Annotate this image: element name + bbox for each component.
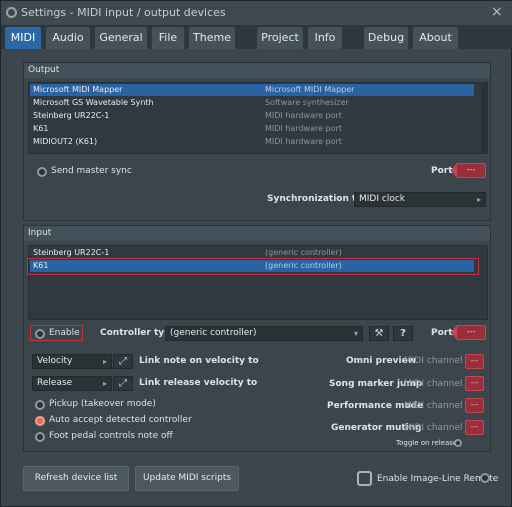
device-type: Software synthesizer — [265, 98, 349, 107]
output-port-label: Port — [431, 166, 453, 176]
image-line-remote-radio[interactable] — [480, 473, 490, 483]
tab-info[interactable]: Info — [308, 27, 342, 49]
output-panel: Output Microsoft MIDI Mapper Microsoft M… — [23, 62, 491, 221]
tab-file[interactable]: File — [152, 27, 184, 49]
wrench-icon[interactable]: ⚒ — [369, 326, 389, 341]
image-line-remote-icon — [357, 471, 372, 486]
device-name: Steinberg UR22C-1 — [33, 111, 110, 120]
output-device-list[interactable]: Microsoft MIDI Mapper Microsoft MIDI Map… — [28, 82, 488, 154]
input-panel-header: Input — [24, 226, 490, 241]
controller-type-dropdown[interactable]: (generic controller) ▾ — [165, 326, 363, 341]
midi-channel-label: MIDI channel — [404, 423, 463, 433]
pickup-radio[interactable] — [35, 400, 45, 410]
output-device-row[interactable]: Microsoft GS Wavetable Synth Software sy… — [30, 97, 474, 109]
output-panel-header: Output — [24, 63, 490, 78]
input-panel-title: Input — [28, 228, 52, 238]
output-device-row[interactable]: K61 MIDI hardware port — [30, 123, 474, 135]
velocity-value: Velocity — [37, 356, 73, 366]
output-device-row[interactable]: Microsoft MIDI Mapper Microsoft MIDI Map… — [30, 84, 474, 96]
song-marker-channel-button[interactable]: --- — [465, 376, 484, 391]
selected-device-highlight — [27, 258, 479, 275]
update-midi-scripts-button[interactable]: Update MIDI scripts — [135, 466, 239, 491]
performance-mode-channel-button[interactable]: --- — [465, 398, 484, 413]
refresh-device-list-button[interactable]: Refresh device list — [23, 466, 129, 491]
omni-preview-channel-button[interactable]: --- — [465, 354, 484, 369]
device-name: Microsoft MIDI Mapper — [33, 85, 123, 94]
output-port-button[interactable]: --- — [456, 163, 486, 178]
input-panel: Input Steinberg UR22C-1 (generic control… — [23, 225, 491, 452]
release-value: Release — [37, 378, 73, 388]
tab-debug[interactable]: Debug — [364, 27, 408, 49]
auto-accept-label: Auto accept detected controller — [49, 415, 192, 425]
output-device-row[interactable]: MIDIOUT2 (K61) MIDI hardware port — [30, 136, 474, 148]
sync-type-dropdown[interactable]: MIDI clock ▸ — [354, 192, 486, 207]
close-icon[interactable]: × — [491, 4, 503, 20]
enable-radio[interactable] — [35, 329, 45, 339]
settings-window: Settings - MIDI input / output devices ×… — [0, 0, 512, 507]
device-type: MIDI hardware port — [265, 124, 342, 133]
tab-about[interactable]: About — [413, 27, 458, 49]
send-master-sync-radio[interactable] — [37, 167, 47, 177]
link-icon[interactable]: ⤢ — [113, 376, 133, 391]
device-name: MIDIOUT2 (K61) — [33, 137, 98, 146]
chevron-down-icon: ▾ — [353, 329, 358, 338]
input-port-label: Port — [431, 328, 453, 338]
tab-general[interactable]: General — [95, 27, 147, 49]
toggle-on-release-label: Toggle on release — [396, 439, 458, 447]
device-name: K61 — [33, 124, 49, 133]
velocity-dropdown[interactable]: Velocity ▸ — [32, 354, 112, 369]
input-port-button[interactable]: --- — [456, 325, 486, 340]
output-panel-title: Output — [28, 65, 60, 75]
tab-theme[interactable]: Theme — [189, 27, 235, 49]
title-bar: Settings - MIDI input / output devices × — [1, 1, 512, 25]
input-device-list[interactable]: Steinberg UR22C-1 (generic controller) K… — [28, 245, 488, 320]
foot-pedal-label: Foot pedal controls note off — [49, 431, 173, 441]
controller-type-value: (generic controller) — [170, 328, 257, 338]
toggle-on-release-radio[interactable] — [454, 439, 462, 447]
help-button[interactable]: ? — [393, 326, 413, 341]
output-list-scrollbar[interactable] — [481, 84, 487, 152]
midi-channel-label: MIDI channel — [404, 401, 463, 411]
send-master-sync-label: Send master sync — [51, 166, 132, 176]
chevron-right-icon: ▸ — [476, 195, 481, 204]
device-type: MIDI hardware port — [265, 111, 342, 120]
tab-project[interactable]: Project — [257, 27, 303, 49]
tab-audio[interactable]: Audio — [46, 27, 90, 49]
auto-accept-radio[interactable] — [35, 416, 45, 426]
sync-type-value: MIDI clock — [359, 194, 405, 204]
device-type: Microsoft MIDI Mapper — [265, 85, 355, 94]
chevron-right-icon: ▸ — [102, 379, 107, 388]
enable-label: Enable — [49, 328, 80, 338]
settings-gear-icon — [6, 7, 17, 18]
midi-channel-label: MIDI channel — [404, 379, 463, 389]
device-name: Microsoft GS Wavetable Synth — [33, 98, 154, 107]
output-device-row[interactable]: Steinberg UR22C-1 MIDI hardware port — [30, 110, 474, 122]
device-type: MIDI hardware port — [265, 137, 342, 146]
release-dropdown[interactable]: Release ▸ — [32, 376, 112, 391]
link-icon[interactable]: ⤢ — [113, 354, 133, 369]
tab-midi[interactable]: MIDI — [5, 27, 41, 49]
foot-pedal-radio[interactable] — [35, 432, 45, 442]
generator-muting-channel-button[interactable]: --- — [465, 420, 484, 435]
midi-channel-label: MIDI channel — [404, 356, 463, 366]
window-title: Settings - MIDI input / output devices — [21, 6, 226, 19]
chevron-right-icon: ▸ — [102, 357, 107, 366]
release-link-label: Link release velocity to — [139, 378, 258, 388]
velocity-link-label: Link note on velocity to — [139, 356, 259, 366]
pickup-label: Pickup (takeover mode) — [49, 399, 156, 409]
